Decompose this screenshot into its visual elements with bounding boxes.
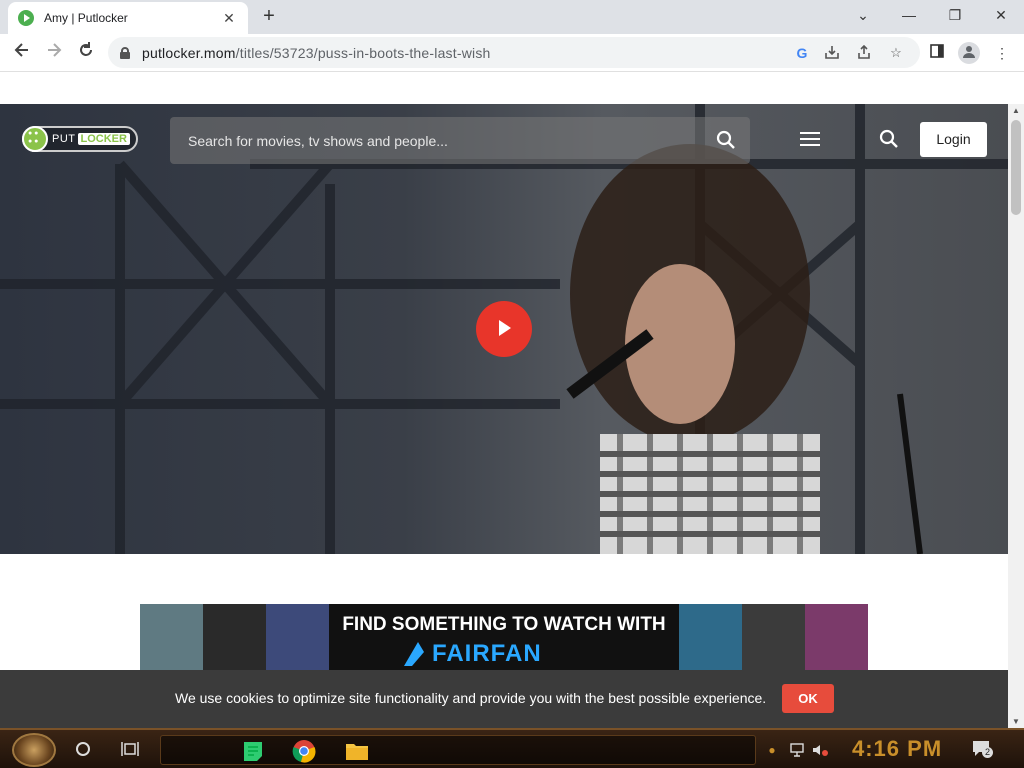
volume-muted-icon[interactable] [812, 742, 828, 758]
ad-posters-right [679, 604, 868, 674]
putlocker-logo[interactable]: PUT LOCKER [22, 126, 138, 152]
forward-arrow-icon [48, 43, 62, 57]
back-button[interactable] [9, 41, 35, 65]
putlocker-favicon-icon [18, 10, 34, 26]
play-button[interactable] [476, 301, 532, 357]
ad-poster-image [742, 604, 805, 674]
ad-poster-image [203, 604, 266, 674]
tray-overflow-icon[interactable]: ● [764, 742, 780, 758]
cookie-ok-button[interactable]: OK [782, 684, 834, 713]
scrollbar-thumb[interactable] [1011, 120, 1021, 215]
new-tab-button[interactable]: + [258, 6, 280, 28]
forward-button[interactable] [41, 41, 67, 65]
notes-app-icon[interactable] [241, 739, 265, 763]
logo-text-put: PUT [52, 133, 76, 145]
site-search-bar [170, 117, 750, 164]
web-page: PUT LOCKER Login FIND SOMETHING TO WATCH… [0, 72, 1008, 728]
ad-poster-image [140, 604, 203, 674]
google-lens-icon[interactable]: G [794, 45, 810, 61]
login-button[interactable]: Login [920, 122, 987, 157]
fairfan-logo-icon [404, 642, 424, 666]
browser-menu-icon[interactable]: ⋮ [991, 42, 1013, 64]
page-scrollbar[interactable]: ▲ ▼ [1008, 104, 1024, 728]
url-path: /titles/53723/puss-in-boots-the-last-wis… [235, 44, 491, 61]
profile-avatar-icon[interactable] [958, 42, 980, 64]
address-bar[interactable]: putlocker.mom/titles/53723/puss-in-boots… [108, 37, 920, 68]
header-search-icon[interactable] [879, 129, 899, 149]
scroll-up-arrow-icon[interactable]: ▲ [1012, 106, 1020, 115]
ad-poster-image [266, 604, 329, 674]
browser-tab-active[interactable]: Amy | Putlocker ✕ [8, 2, 248, 34]
browser-tab-strip: Amy | Putlocker ✕ + ⌄ — ❐ ✕ [0, 0, 1024, 34]
logo-text-locker: LOCKER [77, 133, 130, 145]
tab-close-icon[interactable]: ✕ [220, 10, 238, 27]
cookie-message: We use cookies to optimize site function… [175, 690, 767, 706]
site-search-input[interactable] [186, 131, 706, 150]
restore-button[interactable]: ❐ [935, 4, 975, 28]
notification-center-icon[interactable]: 2 [972, 740, 993, 758]
url-host: putlocker.mom [142, 44, 236, 61]
network-icon[interactable] [789, 742, 805, 758]
search-icon[interactable] [716, 130, 736, 150]
install-app-icon[interactable] [824, 45, 840, 61]
back-arrow-icon [14, 43, 28, 57]
taskbar-clock[interactable]: 4:16 PM [852, 736, 942, 762]
cortana-search-icon[interactable] [76, 742, 90, 756]
hamburger-menu-icon[interactable] [800, 132, 820, 146]
ad-brand-wrap: FAIRFAN [402, 640, 542, 668]
reload-button[interactable] [73, 41, 99, 65]
ad-poster-image [805, 604, 868, 674]
url-text[interactable]: putlocker.mom/titles/53723/puss-in-boots… [142, 45, 491, 61]
ad-posters-left [140, 604, 329, 674]
film-reel-icon [22, 126, 48, 152]
share-icon[interactable] [856, 44, 872, 61]
fairfan-ad-banner[interactable]: FIND SOMETHING TO WATCH WITH FAIRFAN [140, 604, 868, 674]
file-explorer-icon[interactable] [345, 739, 369, 763]
ad-headline: FIND SOMETHING TO WATCH WITH [342, 614, 666, 635]
tab-title: Amy | Putlocker [44, 11, 128, 25]
start-button[interactable] [12, 733, 56, 767]
side-panel-icon[interactable] [926, 42, 948, 64]
task-view-icon[interactable] [121, 741, 139, 757]
ad-brand-name: FAIRFAN [432, 640, 542, 667]
notification-count: 2 [982, 747, 993, 758]
scroll-down-arrow-icon[interactable]: ▼ [1012, 717, 1020, 726]
hero-banner: PUT LOCKER Login [0, 104, 1008, 554]
taskbar-apps [160, 735, 756, 765]
lock-icon [120, 46, 130, 59]
browser-toolbar: putlocker.mom/titles/53723/puss-in-boots… [0, 34, 1024, 72]
reload-icon [80, 42, 92, 56]
chrome-app-icon[interactable] [292, 739, 316, 763]
close-window-button[interactable]: ✕ [981, 4, 1021, 28]
windows-taskbar: ● 4:16 PM 2 [0, 728, 1024, 768]
minimize-button[interactable]: — [889, 4, 929, 28]
ad-poster-image [679, 604, 742, 674]
bookmark-star-icon[interactable]: ☆ [888, 45, 904, 61]
tab-search-icon[interactable]: ⌄ [843, 4, 883, 28]
cookie-consent-bar: We use cookies to optimize site function… [0, 670, 1008, 728]
